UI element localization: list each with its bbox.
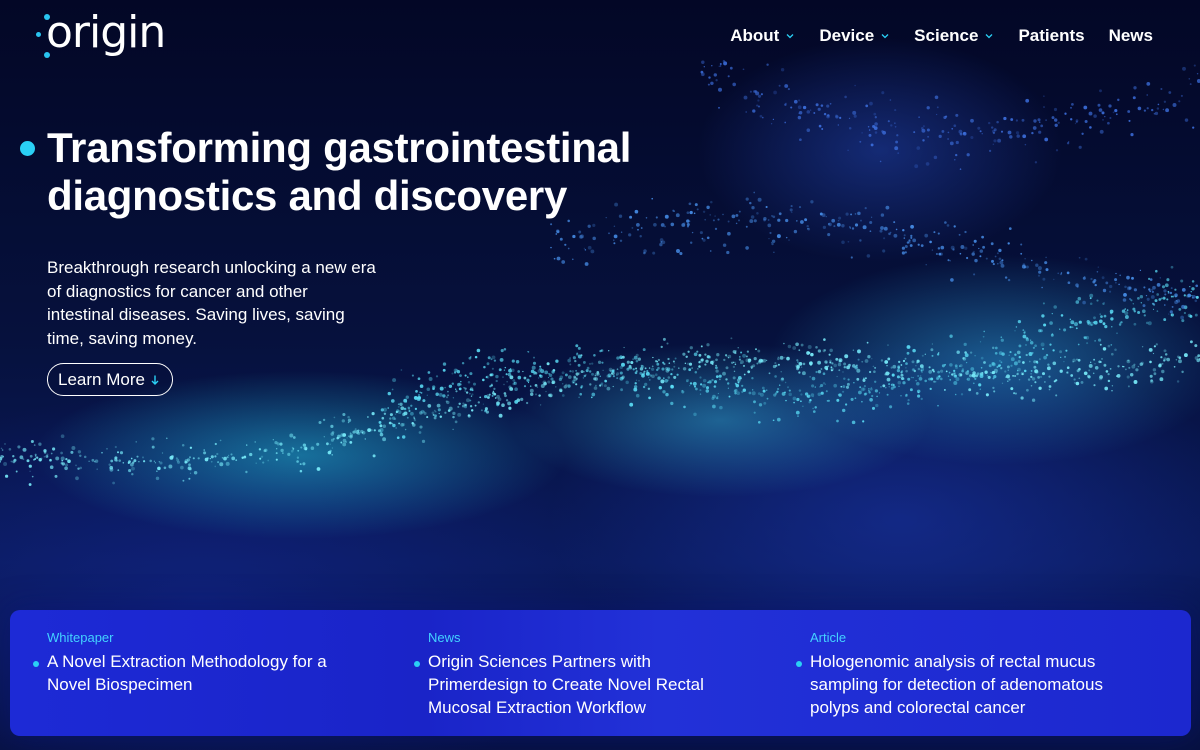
hero-title: Transforming gastrointestinal diagnostic…: [47, 124, 687, 220]
card-tag: News: [428, 630, 461, 645]
nav-about-label: About: [730, 26, 780, 45]
hero-bullet-dot: [20, 141, 35, 156]
nav-device[interactable]: Device: [819, 24, 890, 48]
hero-subtitle: Breakthrough research unlocking a new er…: [47, 258, 376, 348]
card-bullet-dot: [414, 661, 420, 667]
chevron-down-icon: [786, 34, 794, 39]
learn-more-label: Learn More: [58, 369, 145, 389]
card-title: A Novel Extraction Methodology for a Nov…: [47, 652, 327, 694]
card-article[interactable]: Article Hologenomic analysis of rectal m…: [783, 630, 1133, 719]
logo-dots-icon: [34, 10, 62, 62]
nav-patients[interactable]: Patients: [1018, 24, 1084, 48]
nav-device-label: Device: [819, 26, 875, 45]
origin-logo[interactable]: origin: [34, 7, 166, 62]
chevron-down-icon: [985, 34, 993, 39]
card-title: Hologenomic analysis of rectal mucus sam…: [810, 652, 1103, 717]
main-nav: About Device Science Patients News: [730, 24, 1153, 48]
nav-news[interactable]: News: [1109, 24, 1153, 48]
card-title: Origin Sciences Partners with Primerdesi…: [428, 652, 704, 717]
nav-patients-label: Patients: [1018, 26, 1085, 45]
card-news[interactable]: News Origin Sciences Partners with Prime…: [401, 630, 751, 719]
card-tag: Whitepaper: [47, 630, 114, 645]
arrow-down-icon: [151, 375, 159, 385]
card-bullet-dot: [33, 661, 39, 667]
hero-title-line1: Transforming gastrointestinal: [47, 124, 632, 171]
chevron-down-icon: [881, 34, 889, 39]
nav-science-label: Science: [914, 26, 979, 45]
card-whitepaper[interactable]: Whitepaper A Novel Extraction Methodolog…: [20, 630, 370, 696]
logo-text: origin: [46, 7, 166, 58]
nav-about[interactable]: About: [730, 24, 795, 48]
nav-science[interactable]: Science: [914, 24, 994, 48]
hero-title-line2: diagnostics and discovery: [47, 172, 568, 219]
card-tag: Article: [810, 630, 847, 645]
featured-cards-panel: Whitepaper A Novel Extraction Methodolog…: [10, 610, 1191, 736]
learn-more-button[interactable]: Learn More: [47, 363, 173, 396]
nav-news-label: News: [1108, 26, 1153, 45]
card-bullet-dot: [796, 661, 802, 667]
